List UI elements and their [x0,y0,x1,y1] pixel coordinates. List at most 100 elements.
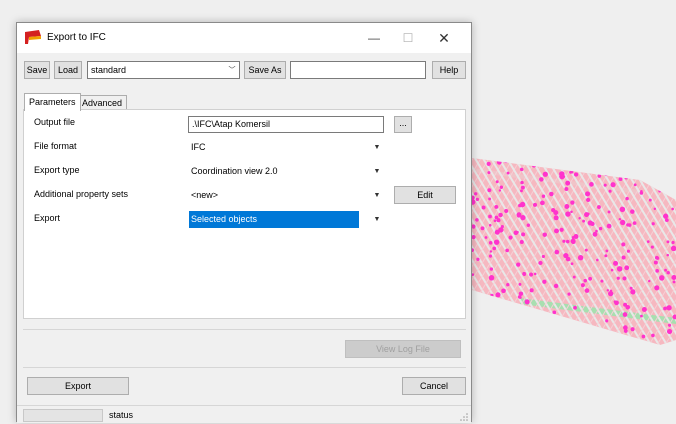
model-node [614,300,619,306]
model-node [573,305,577,310]
model-node [475,197,480,201]
model-node [554,249,560,255]
model-node [494,204,499,209]
divider [23,329,466,330]
model-node [651,222,655,226]
export-type-value: Coordination view 2.0 [191,166,278,176]
edit-button[interactable]: Edit [394,186,456,204]
model-node [564,204,570,209]
model-node [646,240,650,243]
model-node [539,177,544,182]
model-node [488,240,493,245]
export-scope-select[interactable]: Selected objects ▼ [188,211,384,228]
model-node [488,197,491,201]
model-node [551,207,556,213]
help-button[interactable]: Help [432,61,466,79]
model-node [639,191,644,195]
model-node [625,196,629,201]
model-node [487,171,491,175]
model-node [493,239,500,245]
property-sets-select[interactable]: <new> ▼ [188,187,384,204]
model-node [616,266,623,272]
tekla-app-icon [25,30,41,44]
model-node [520,214,526,221]
tab-advanced[interactable]: Advanced [77,95,128,110]
model-node [659,275,665,281]
model-node [663,306,667,311]
model-node [522,273,526,277]
model-node [506,283,510,287]
view-log-file-button[interactable]: View Log File [345,340,461,358]
browse-button[interactable]: ... [394,116,412,133]
model-node [506,171,510,175]
export-button[interactable]: Export [27,377,129,395]
model-node [488,214,492,219]
save-as-name-input[interactable] [290,61,426,79]
tab-parameters[interactable]: Parameters [24,93,81,111]
output-file-input[interactable]: .\IFC\Atap Komersil [188,116,384,133]
additional-property-sets-label: Additional property sets [34,189,129,199]
model-node [648,279,651,283]
preset-select[interactable]: standard ﹀ [87,61,240,79]
minimize-button[interactable]: — [357,23,391,53]
model-node [663,213,669,219]
model-node [651,333,655,338]
file-format-select[interactable]: IFC ▼ [188,139,384,156]
model-node [589,182,594,187]
export-type-select[interactable]: Coordination view 2.0 ▼ [188,163,384,180]
model-node [606,289,610,292]
load-button[interactable]: Load [54,61,82,79]
divider [23,367,466,368]
model-node [526,223,531,227]
model-node [577,254,584,261]
title-bar[interactable]: Export to IFC — ☐ ✕ [17,23,471,53]
model-node [541,254,545,259]
dropdown-arrow-icon: ▼ [373,168,381,175]
model-node [632,221,637,225]
model-node [518,203,522,208]
model-node [486,161,491,166]
save-button[interactable]: Save [24,61,50,79]
model-node [585,191,591,197]
model-node [498,212,503,218]
model-node [570,210,573,214]
model-node [519,167,524,172]
chevron-down-icon: ﹀ [228,67,236,74]
model-node [666,328,673,335]
model-node [621,242,626,247]
model-node [518,291,524,296]
model-node [580,283,585,288]
model-node [630,289,636,295]
resize-grip-icon[interactable] [460,413,468,421]
model-node [529,288,534,293]
model-node [666,253,669,257]
model-node [516,213,521,218]
model-node [484,236,488,239]
parameters-panel: Output file .\IFC\Atap Komersil ... File… [23,109,466,319]
model-node [597,205,601,209]
model-node [621,255,626,260]
model-node [598,226,603,231]
model-node [520,180,524,185]
model-node [584,248,588,252]
model-node [641,334,646,339]
maximize-button[interactable]: ☐ [391,23,425,53]
model-node [624,265,630,271]
model-node [565,239,570,244]
model-node [620,219,626,226]
close-button[interactable]: ✕ [427,23,461,53]
model-node [606,223,612,229]
model-node [664,218,669,223]
status-progress [23,409,103,422]
model-node [501,288,506,294]
model-node [671,240,675,245]
model-node [630,209,635,214]
model-node [571,239,576,245]
model-node [488,254,493,258]
model-node [554,228,559,234]
model-node [540,200,545,206]
cancel-button[interactable]: Cancel [402,377,466,395]
save-as-button[interactable]: Save As [244,61,286,79]
model-node [648,198,652,202]
model-node [520,189,523,193]
